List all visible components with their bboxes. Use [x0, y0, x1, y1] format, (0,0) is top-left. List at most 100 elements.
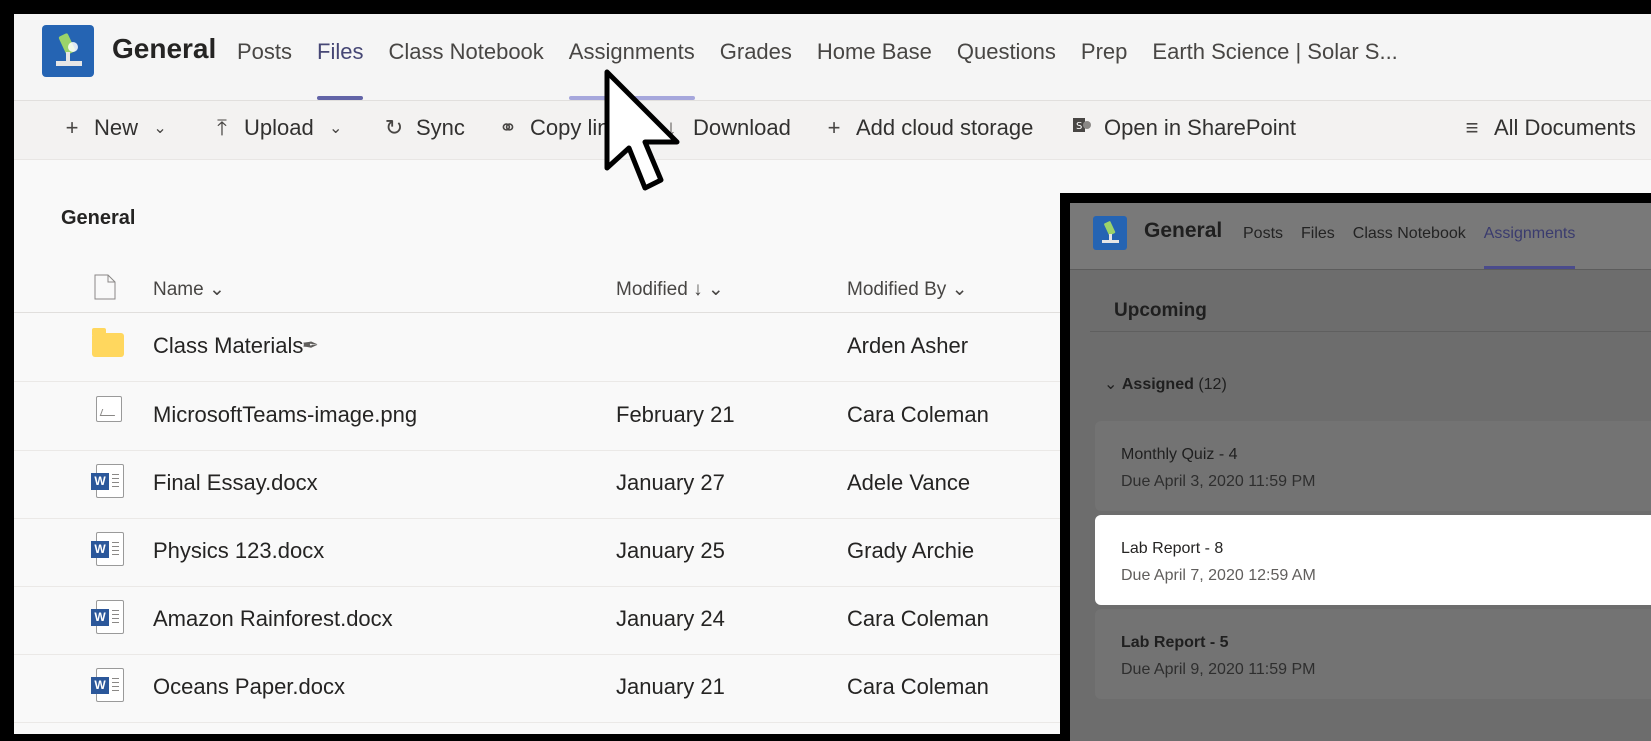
tab-grades[interactable]: Grades [720, 39, 792, 100]
open-sharepoint-button[interactable]: S Open in SharePoint [1070, 115, 1296, 141]
upcoming-heading: Upcoming [1114, 300, 1207, 321]
view-selector[interactable]: ≡ All Documents [1460, 115, 1636, 141]
pointer-cursor-icon [604, 69, 680, 191]
tab-earth-science[interactable]: Earth Science | Solar S... [1152, 39, 1397, 100]
breadcrumb: General [61, 207, 136, 229]
microscope-icon[interactable] [42, 25, 94, 77]
preview-channel-title: General [1144, 219, 1223, 242]
chevron-down-icon: ⌄ [951, 279, 968, 300]
plus-icon: + [827, 115, 841, 140]
add-cloud-storage-button[interactable]: + Add cloud storage [822, 115, 1034, 141]
sharepoint-label: Open in SharePoint [1104, 115, 1297, 140]
tab-home-base[interactable]: Home Base [817, 39, 932, 100]
preview-header: General Posts Files Class Notebook Assig… [1070, 203, 1651, 270]
upload-icon: ⤒ [217, 115, 227, 140]
file-name[interactable]: Class Materials [153, 333, 303, 359]
add-cloud-label: Add cloud storage [856, 115, 1034, 140]
table-row[interactable]: W Final Essay.docx January 27 Adele Vanc… [14, 450, 1114, 519]
file-name[interactable]: Final Essay.docx [153, 470, 318, 496]
assignment-due: Due April 9, 2020 11:59 PM [1121, 661, 1316, 678]
new-label: New [94, 115, 139, 140]
tab-prep[interactable]: Prep [1081, 39, 1127, 100]
download-label: Download [693, 115, 791, 140]
file-modified: January 21 [616, 674, 725, 699]
table-row[interactable]: W Physics 123.docx January 25 Grady Arch… [14, 518, 1114, 587]
assignments-preview-panel: General Posts Files Class Notebook Assig… [1060, 193, 1651, 741]
list-icon: ≡ [1465, 115, 1479, 140]
chevron-down-icon: ⌄ [707, 279, 724, 300]
file-modified: January 24 [616, 606, 725, 631]
tab-bar: Posts Files Class Notebook Assignments G… [237, 39, 1423, 100]
sync-label: Sync [416, 115, 465, 140]
file-modified-by: Adele Vance [847, 470, 971, 495]
chevron-down-icon: ⌄ [1104, 376, 1118, 393]
file-modified-by: Cara Coleman [847, 606, 989, 631]
file-modified-by: Cara Coleman [847, 402, 989, 427]
command-bar: + New ⌄ ⤒ Upload ⌄ ↻ Sync ⚭ Copy link ↓ … [14, 101, 1651, 160]
plus-icon: + [65, 115, 79, 140]
file-modified-by: Grady Archie [847, 538, 975, 563]
tab-posts[interactable]: Posts [237, 39, 292, 100]
microscope-icon [1093, 216, 1127, 250]
tab-class-notebook[interactable]: Class Notebook [388, 39, 543, 100]
table-row[interactable]: W Amazon Rainforest.docx January 24 Cara… [14, 586, 1114, 655]
tab-class-notebook[interactable]: Class Notebook [1353, 225, 1466, 269]
assignment-card[interactable]: Monthly Quiz - 4 Due April 3, 2020 11:59… [1095, 421, 1651, 511]
new-button[interactable]: + New ⌄ [60, 115, 172, 141]
column-name[interactable]: Name ⌄ [153, 278, 225, 301]
chevron-down-icon: ⌄ [329, 120, 343, 137]
column-name-label: Name [153, 279, 204, 300]
word-file-icon: W [91, 464, 124, 498]
file-list-header: Name ⌄ Modified ↓ ⌄ Modified By ⌄ [14, 268, 1114, 313]
word-file-icon: W [91, 600, 124, 634]
image-file-icon [96, 396, 122, 422]
column-modified-by[interactable]: Modified By ⌄ [847, 278, 967, 301]
assignment-title: Lab Report - 5 [1121, 634, 1229, 651]
sync-button[interactable]: ↻ Sync [382, 115, 465, 141]
table-row[interactable]: MicrosoftTeams-image.png February 21 Car… [14, 382, 1114, 451]
edit-link-icon: ✒ [302, 335, 319, 357]
word-file-icon: W [91, 532, 124, 566]
assignment-card[interactable]: Lab Report - 5 Due April 9, 2020 11:59 P… [1095, 609, 1651, 699]
view-label: All Documents [1494, 115, 1636, 140]
file-modified: January 25 [616, 538, 725, 563]
copy-link-button[interactable]: ⚭ Copy link [496, 115, 621, 141]
assigned-group-toggle[interactable]: ⌄ Assigned (12) [1104, 374, 1227, 394]
file-name[interactable]: MicrosoftTeams-image.png [153, 402, 417, 428]
assignment-title: Lab Report - 8 [1121, 540, 1224, 557]
table-row[interactable]: W Oceans Paper.docx January 21 Cara Cole… [14, 654, 1114, 723]
chevron-down-icon: ⌄ [153, 120, 167, 137]
file-modified-by: Arden Asher [847, 333, 969, 358]
upload-button[interactable]: ⤒ Upload ⌄ [210, 115, 348, 141]
file-name[interactable]: Physics 123.docx [153, 538, 324, 564]
file-modified: February 21 [616, 402, 735, 427]
file-modified-by: Cara Coleman [847, 674, 989, 699]
svg-text:S: S [1076, 121, 1082, 132]
channel-header: General Posts Files Class Notebook Assig… [14, 14, 1651, 101]
tab-questions[interactable]: Questions [957, 39, 1056, 100]
assignment-card[interactable]: Lab Report - 8 Due April 7, 2020 12:59 A… [1095, 515, 1651, 605]
column-modified-label: Modified [616, 279, 688, 300]
file-modified: January 27 [616, 470, 725, 495]
assigned-count: (12) [1198, 376, 1227, 393]
chevron-down-icon: ⌄ [208, 279, 225, 300]
tab-posts[interactable]: Posts [1243, 225, 1283, 269]
divider [1090, 331, 1651, 332]
tab-files[interactable]: Files [317, 39, 364, 100]
assignment-due: Due April 7, 2020 12:59 AM [1121, 567, 1316, 584]
preview-tab-bar: Posts Files Class Notebook Assignments [1243, 225, 1593, 269]
sort-down-icon: ↓ [693, 279, 703, 300]
word-file-icon: W [91, 668, 124, 702]
table-row[interactable]: Class Materials ✒ Arden Asher [14, 313, 1114, 382]
assigned-label: Assigned [1121, 376, 1194, 393]
sharepoint-icon: S [1070, 115, 1094, 141]
file-name[interactable]: Amazon Rainforest.docx [153, 606, 393, 632]
file-name[interactable]: Oceans Paper.docx [153, 674, 345, 700]
sync-icon: ↻ [384, 115, 404, 140]
tab-files[interactable]: Files [1301, 225, 1335, 269]
document-icon [94, 274, 122, 306]
column-modified[interactable]: Modified ↓ ⌄ [616, 278, 724, 301]
tab-assignments[interactable]: Assignments [1483, 225, 1575, 269]
channel-title: General [112, 33, 217, 64]
assignment-due: Due April 3, 2020 11:59 PM [1121, 473, 1316, 490]
